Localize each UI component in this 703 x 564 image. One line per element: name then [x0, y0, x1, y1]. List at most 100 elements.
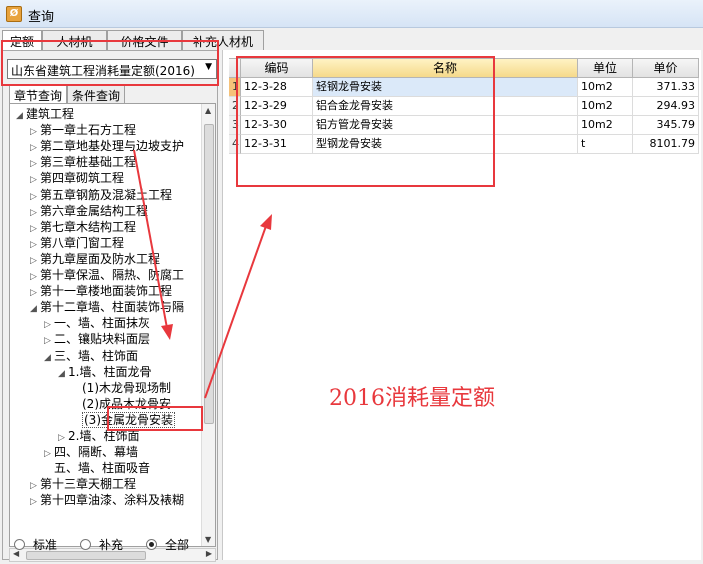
collapsed-icon[interactable]: ▷: [44, 317, 54, 333]
tree-item-label: 第四章砌筑工程: [40, 171, 125, 186]
tab-chapter-query[interactable]: 章节查询: [9, 85, 67, 103]
collapsed-icon[interactable]: ▷: [30, 253, 40, 269]
tree-item[interactable]: ▷ 第七章木结构工程: [30, 219, 136, 235]
tree-item-label: 第二章地基处理与边坡支护: [40, 139, 185, 154]
radio-supplement[interactable]: 补充: [80, 536, 123, 552]
collapsed-icon[interactable]: ▷: [30, 205, 40, 221]
collapsed-icon[interactable]: ▷: [30, 478, 40, 494]
tree-item[interactable]: ▷ 第八章门窗工程: [30, 235, 124, 251]
tree-item-label: 第九章屋面及防水工程: [40, 251, 161, 266]
cell-price[interactable]: 345.79: [633, 116, 699, 135]
cell-name[interactable]: 铝合金龙骨安装: [313, 97, 578, 116]
tab-price-file[interactable]: 价格文件: [107, 30, 182, 50]
cell-price[interactable]: 8101.79: [633, 135, 699, 154]
left-panel: 山东省建筑工程消耗量定额(2016) ▼ 章节查询 条件查询 ▷ 第十四章油漆、涂…: [2, 50, 218, 562]
scroll-thumb[interactable]: [204, 124, 214, 424]
cell-price[interactable]: 294.93: [633, 97, 699, 116]
tree-item[interactable]: ▷ 2.墙、柱饰面: [58, 428, 139, 444]
tree-item[interactable]: ▷ 第十三章天棚工程: [30, 476, 136, 492]
collapsed-icon[interactable]: ▷: [58, 430, 68, 446]
cell-unit[interactable]: 10m2: [578, 78, 633, 97]
collapsed-icon[interactable]: ▷: [30, 156, 40, 172]
tree-item[interactable]: ▷ 四、隔断、幕墙: [44, 444, 138, 460]
expanded-icon[interactable]: ◢: [44, 350, 54, 366]
tree-item[interactable]: 五、墙、柱面吸音: [44, 460, 150, 476]
tree-item[interactable]: ▷ 第九章屋面及防水工程: [30, 251, 160, 267]
hscroll-thumb[interactable]: [26, 551, 146, 560]
tree-vertical-scrollbar[interactable]: ▲ ▼: [201, 104, 215, 546]
tree-item-label: 第十二章墙、柱面装饰与隔: [40, 300, 185, 315]
tree-item[interactable]: ▷ 第十一章楼地面装饰工程: [30, 283, 172, 299]
scroll-up-icon[interactable]: ▲: [205, 106, 211, 115]
tab-materials[interactable]: 人材机: [42, 30, 107, 50]
collapsed-icon[interactable]: ▷: [30, 269, 40, 285]
cell-unit[interactable]: t: [578, 135, 633, 154]
cell-code[interactable]: 12-3-28: [241, 78, 313, 97]
tree-item-label: (2)成品木龙骨安: [82, 396, 171, 411]
tree-item[interactable]: ▷ 第十四章油漆、涂料及裱糊: [30, 492, 184, 508]
cell-name[interactable]: 轻钢龙骨安装: [313, 78, 578, 97]
quota-selector[interactable]: 山东省建筑工程消耗量定额(2016) ▼: [7, 59, 217, 79]
expanded-icon[interactable]: ◢: [30, 301, 40, 317]
tree-item[interactable]: ◢ 第十二章墙、柱面装饰与隔: [30, 299, 184, 315]
cell-code[interactable]: 12-3-30: [241, 116, 313, 135]
header-code[interactable]: 编码: [241, 58, 313, 78]
collapsed-icon[interactable]: ▷: [44, 333, 54, 349]
collapsed-icon[interactable]: ▷: [30, 172, 40, 188]
collapsed-icon[interactable]: ▷: [30, 237, 40, 253]
cell-name[interactable]: 型钢龙骨安装: [313, 135, 578, 154]
tree-item[interactable]: ◢ 建筑工程: [16, 106, 74, 122]
cell-name[interactable]: 铝方管龙骨安装: [313, 116, 578, 135]
tree-item[interactable]: ▷ 二、镶贴块料面层: [44, 331, 150, 347]
expanded-icon[interactable]: ◢: [16, 108, 26, 124]
header-name[interactable]: 名称: [313, 58, 578, 78]
radio-standard[interactable]: 标准: [14, 536, 57, 552]
tree-item[interactable]: ▷ 第二章地基处理与边坡支护: [30, 138, 184, 154]
tree-item[interactable]: ▷ 第四章砌筑工程: [30, 170, 124, 186]
tab-condition-query[interactable]: 条件查询: [67, 85, 125, 103]
collapsed-icon[interactable]: ▷: [30, 140, 40, 156]
tree-item[interactable]: ▷ 第六章金属结构工程: [30, 203, 148, 219]
tree-item[interactable]: ▷ 一、墙、柱面抹灰: [44, 315, 150, 331]
collapsed-icon[interactable]: ▷: [30, 221, 40, 237]
results-panel: 编码 名称 单位 单价 1 12-3-28 轻钢龙骨安装 10m2 371.33 2 12-…: [222, 50, 701, 560]
radio-all[interactable]: 全部: [146, 536, 189, 552]
header-price[interactable]: 单价: [633, 58, 699, 78]
expanded-icon[interactable]: ◢: [58, 366, 68, 382]
tree-item[interactable]: ◢ 三、墙、柱饰面: [44, 348, 138, 364]
cell-code[interactable]: 12-3-31: [241, 135, 313, 154]
cell-unit[interactable]: 10m2: [578, 97, 633, 116]
cell-unit[interactable]: 10m2: [578, 116, 633, 135]
tree-item[interactable]: (1)木龙骨现场制: [72, 380, 171, 396]
tree-item-label: 建筑工程: [26, 107, 75, 121]
collapsed-icon[interactable]: ▷: [30, 494, 40, 510]
row-number[interactable]: 4: [229, 135, 241, 154]
row-number[interactable]: 2: [229, 97, 241, 116]
tree-item-label: (1)木龙骨现场制: [82, 380, 171, 395]
scroll-right-icon[interactable]: ▶: [206, 549, 212, 558]
scroll-down-icon[interactable]: ▼: [205, 535, 211, 544]
tree-item-label: 第一章土石方工程: [40, 123, 137, 138]
tree-item[interactable]: ▷ 第三章桩基础工程: [30, 154, 136, 170]
tab-supplement-materials[interactable]: 补充人材机: [182, 30, 264, 50]
collapsed-icon[interactable]: ▷: [30, 189, 40, 205]
header-unit[interactable]: 单位: [578, 58, 633, 78]
cell-price[interactable]: 371.33: [633, 78, 699, 97]
collapsed-icon[interactable]: ▷: [30, 124, 40, 140]
row-number[interactable]: 1: [229, 78, 241, 97]
tree-item-label: 第六章金属结构工程: [40, 203, 149, 218]
row-number[interactable]: 3: [229, 116, 241, 135]
cell-code[interactable]: 12-3-29: [241, 97, 313, 116]
tree-item[interactable]: ◢ 1.墙、柱面龙骨: [58, 364, 151, 380]
collapsed-icon[interactable]: ▷: [44, 446, 54, 462]
tree-item[interactable]: ▷ 第一章土石方工程: [30, 122, 136, 138]
collapsed-icon[interactable]: ▷: [30, 285, 40, 301]
tree-item[interactable]: ▷ 第五章钢筋及混凝土工程: [30, 187, 172, 203]
tree-item-label: 第八章门窗工程: [40, 235, 125, 250]
tab-quota[interactable]: 定额: [2, 30, 42, 52]
tree-item[interactable]: ▷ 第十章保温、隔热、防腐工: [30, 267, 184, 283]
tree-item[interactable]: (2)成品木龙骨安: [72, 396, 171, 412]
annotation-label: 2016消耗量定额: [329, 386, 495, 411]
dropdown-arrow-icon[interactable]: ▼: [205, 62, 212, 72]
tree-item[interactable]: (3)金属龙骨安装: [72, 411, 175, 428]
